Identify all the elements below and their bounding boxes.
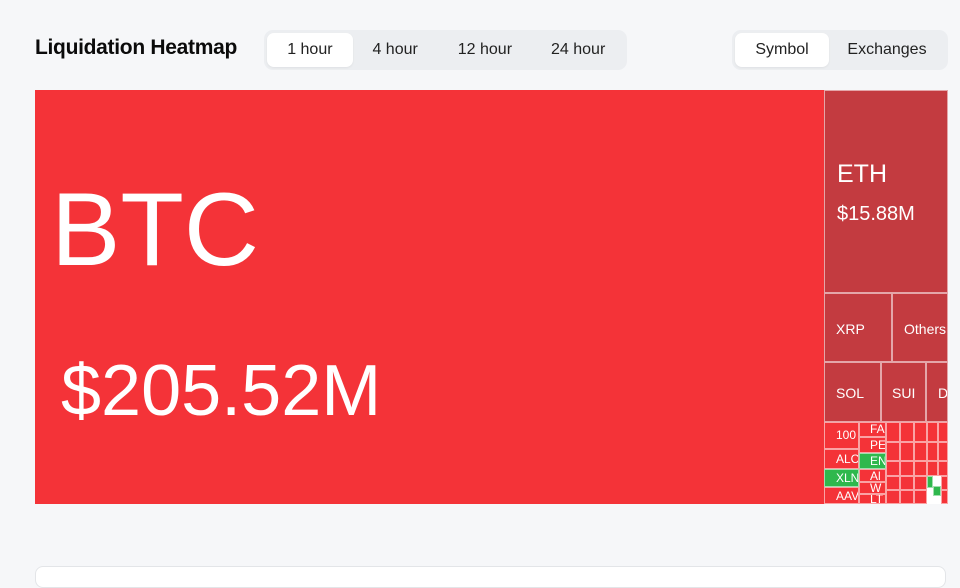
treemap-cell-xln[interactable]: XLN bbox=[824, 469, 859, 487]
treemap-cell-tiny[interactable] bbox=[900, 422, 914, 442]
treemap-cell-tiny[interactable] bbox=[900, 490, 914, 504]
treemap-cell-tiny[interactable] bbox=[927, 422, 938, 442]
tab-exchanges[interactable]: Exchanges bbox=[829, 33, 945, 67]
cell-symbol: 100 bbox=[836, 428, 857, 442]
treemap-cell-tiny[interactable] bbox=[886, 461, 900, 476]
treemap-cell-tiny[interactable] bbox=[914, 442, 927, 461]
treemap-cell-en[interactable]: EN bbox=[859, 453, 886, 469]
treemap-cell-tiny[interactable] bbox=[914, 490, 927, 504]
treemap-cell-tiny[interactable] bbox=[927, 461, 938, 476]
treemap-cell-btc[interactable]: BTC $205.52M bbox=[35, 90, 824, 504]
treemap-cell-aav[interactable]: AAV bbox=[824, 487, 859, 504]
cell-symbol: W bbox=[870, 482, 882, 494]
cell-symbol: ALC bbox=[836, 452, 859, 466]
treemap-cell-d[interactable]: D bbox=[926, 362, 948, 422]
next-panel-card bbox=[35, 566, 946, 588]
treemap-cell-tiny[interactable] bbox=[886, 422, 900, 442]
treemap-cell-tiny[interactable] bbox=[900, 442, 914, 461]
cell-value: $15.88M bbox=[837, 203, 915, 225]
treemap-cell-tiny[interactable] bbox=[941, 476, 948, 490]
cell-symbol: D bbox=[938, 385, 948, 401]
treemap-cell-al[interactable]: Al bbox=[859, 469, 886, 482]
treemap-cell-xrp[interactable]: XRP bbox=[824, 293, 892, 362]
treemap-cell-tiny[interactable] bbox=[927, 442, 938, 461]
treemap-cell-tiny[interactable] bbox=[941, 490, 948, 504]
cell-symbol: BTC bbox=[51, 172, 259, 288]
cell-symbol: SUI bbox=[892, 385, 916, 401]
treemap-cell-tiny[interactable] bbox=[914, 476, 927, 490]
tab-4-hour[interactable]: 4 hour bbox=[353, 33, 438, 67]
treemap-cell-tiny[interactable] bbox=[886, 476, 900, 490]
treemap-cell-pe[interactable]: PE bbox=[859, 437, 886, 453]
tab-24-hour[interactable]: 24 hour bbox=[532, 33, 624, 67]
treemap-cell-lt[interactable]: LT bbox=[859, 494, 886, 504]
treemap-cell-tiny[interactable] bbox=[933, 486, 941, 496]
treemap-cell-sui[interactable]: SUI bbox=[881, 362, 926, 422]
treemap-cell-100[interactable]: 100 bbox=[824, 422, 859, 449]
treemap-cell-tiny[interactable] bbox=[914, 461, 927, 476]
treemap-cell-alc[interactable]: ALC bbox=[824, 449, 859, 469]
cell-symbol: XRP bbox=[836, 321, 865, 337]
tab-symbol[interactable]: Symbol bbox=[735, 33, 829, 67]
cell-symbol: FA bbox=[870, 422, 885, 436]
treemap-cell-tiny[interactable] bbox=[914, 422, 927, 442]
treemap-cell-w[interactable]: W bbox=[859, 482, 886, 494]
tab-12-hour[interactable]: 12 hour bbox=[438, 33, 533, 67]
liquidation-treemap: BTC $205.52M ETH $15.88M XRP Others SOL … bbox=[35, 90, 948, 504]
treemap-cell-tiny[interactable] bbox=[886, 442, 900, 461]
cell-symbol: EN bbox=[870, 454, 886, 468]
treemap-cell-others[interactable]: Others bbox=[892, 293, 948, 362]
page-title: Liquidation Heatmap bbox=[35, 36, 237, 59]
cell-symbol: LT bbox=[870, 494, 884, 504]
treemap-cell-tiny[interactable] bbox=[938, 461, 948, 476]
cell-symbol: Others bbox=[904, 321, 947, 337]
treemap-cell-tiny[interactable] bbox=[938, 442, 948, 461]
cell-value: $205.52M bbox=[61, 351, 382, 431]
treemap-cell-eth[interactable]: ETH $15.88M bbox=[824, 90, 948, 293]
cell-symbol: XLN bbox=[836, 471, 859, 485]
cell-symbol: ETH bbox=[837, 160, 887, 188]
cell-symbol: PE bbox=[870, 438, 886, 452]
tab-1-hour[interactable]: 1 hour bbox=[267, 33, 353, 67]
cell-symbol: AAV bbox=[836, 489, 859, 503]
treemap-cell-sol[interactable]: SOL bbox=[824, 362, 881, 422]
time-range-selector: 1 hour 4 hour 12 hour 24 hour bbox=[264, 30, 627, 70]
view-mode-selector: Symbol Exchanges bbox=[732, 30, 948, 70]
treemap-cell-tiny[interactable] bbox=[886, 490, 900, 504]
cell-symbol: SOL bbox=[836, 385, 865, 401]
treemap-cell-tiny[interactable] bbox=[900, 461, 914, 476]
treemap-cell-tiny[interactable] bbox=[938, 422, 948, 442]
treemap-cell-tiny[interactable] bbox=[900, 476, 914, 490]
cell-symbol: Al bbox=[870, 469, 881, 482]
treemap-cell-fa[interactable]: FA bbox=[859, 422, 886, 437]
